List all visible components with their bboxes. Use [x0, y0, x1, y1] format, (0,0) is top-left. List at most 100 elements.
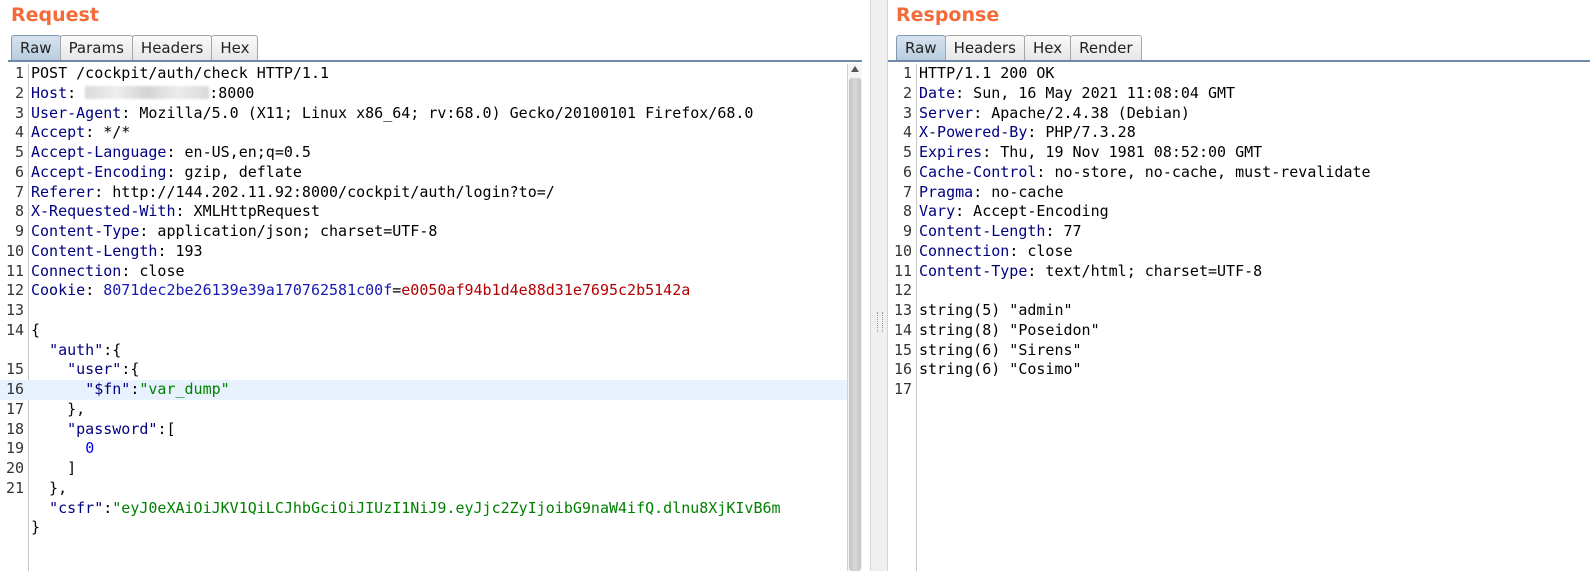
- line-content: Content-Type: application/json; charset=…: [31, 222, 437, 242]
- request-code-line: 9 Content-Type: application/json; charset…: [0, 222, 848, 242]
- response-tab-render[interactable]: Render: [1070, 35, 1142, 60]
- request-editor[interactable]: 1 POST /cockpit/auth/check HTTP/1.1 2 Host:…: [0, 64, 848, 571]
- request-tab-headers[interactable]: Headers: [131, 35, 213, 60]
- code-token: "eyJ0eXAiOiJKV1QiLCJhbGciOiJIUzI1NiJ9.ey…: [112, 498, 781, 517]
- code-token: Expires: [919, 143, 983, 161]
- line-number: 13: [893, 301, 912, 319]
- code-token: ]: [31, 459, 77, 477]
- code-token: :: [103, 498, 113, 517]
- code-token: :{: [103, 340, 122, 359]
- line-number: 6: [902, 162, 912, 181]
- line-number: 7: [902, 182, 912, 201]
- code-token: string(6) "Sirens": [919, 340, 1082, 359]
- code-token: : 77: [1045, 222, 1082, 240]
- pane-splitter[interactable]: [870, 0, 888, 571]
- line-content: Referer: http://144.202.11.92:8000/cockp…: [31, 183, 555, 203]
- code-token: Content-Type: [919, 261, 1028, 280]
- line-content: X-Requested-With: XMLHttpRequest: [31, 202, 320, 222]
- response-tab-underline: [888, 60, 1590, 62]
- code-token: X-Requested-With: [31, 202, 176, 221]
- code-token: string(8) "Poseidon": [919, 320, 1100, 339]
- request-code-line: 15 "user":{: [0, 360, 848, 380]
- code-token: POST /cockpit/auth/check HTTP/1.1: [31, 64, 330, 82]
- line-content: Date: Sun, 16 May 2021 11:08:04 GMT: [919, 84, 1235, 104]
- line-content: User-Agent: Mozilla/5.0 (X11; Linux x86_…: [31, 104, 753, 124]
- request-code-line: 4 Accept: */*: [0, 123, 848, 143]
- line-number: 12: [5, 281, 24, 300]
- line-number: 14: [5, 320, 24, 339]
- line-number: 3: [14, 103, 24, 122]
- response-code-line: 16 string(6) "Cosimo": [888, 360, 1590, 380]
- code-token: : Sun, 16 May 2021 11:08:04 GMT: [955, 83, 1236, 102]
- code-token: : XMLHttpRequest: [175, 202, 321, 221]
- line-number: 1: [902, 64, 912, 82]
- line-number: 5: [902, 143, 912, 161]
- response-code-line: 13 string(5) "admin": [888, 301, 1590, 321]
- line-number: 8: [14, 202, 24, 221]
- request-tab-raw[interactable]: Raw: [11, 35, 61, 60]
- line-content: Content-Length: 77: [919, 222, 1082, 242]
- request-code-line: 19 0: [0, 439, 848, 459]
- line-number: 7: [14, 182, 24, 201]
- line-number: 12: [893, 281, 912, 300]
- request-tab-hex[interactable]: Hex: [211, 35, 259, 60]
- code-token: "auth": [49, 340, 104, 359]
- line-content: HTTP/1.1 200 OK: [919, 64, 1054, 84]
- response-code-line: 12: [888, 281, 1590, 301]
- code-token: Accept-Language: [31, 143, 167, 161]
- line-content: ]: [31, 459, 76, 479]
- code-token: :: [67, 83, 86, 102]
- line-content: Cache-Control: no-store, no-cache, must-…: [919, 163, 1371, 183]
- code-token: =: [392, 281, 402, 300]
- line-content: Accept: */*: [31, 123, 130, 143]
- code-token: "var_dump": [139, 380, 230, 398]
- response-tab-hex[interactable]: Hex: [1024, 35, 1072, 60]
- scroll-up-arrow-icon[interactable]: [851, 66, 859, 72]
- line-number: 10: [893, 241, 912, 260]
- code-token: string(6) "Cosimo": [919, 360, 1082, 379]
- code-token: "csfr": [49, 498, 104, 517]
- code-token: : application/json; charset=UTF-8: [139, 222, 438, 240]
- request-code-line: 11 Connection: close: [0, 262, 848, 282]
- code-token: Content-Length: [31, 241, 158, 260]
- line-content: Accept-Encoding: gzip, deflate: [31, 163, 302, 183]
- response-tab-headers[interactable]: Headers: [944, 35, 1025, 60]
- code-token: string(5) "admin": [919, 301, 1073, 319]
- code-token: Cookie: [31, 281, 86, 300]
- line-number: 4: [902, 123, 912, 142]
- scrollbar-thumb[interactable]: [849, 78, 861, 571]
- request-vertical-scrollbar[interactable]: [847, 64, 862, 571]
- code-token: Connection: [919, 241, 1010, 260]
- request-tab-params[interactable]: Params: [59, 35, 133, 60]
- response-code-line: 17: [888, 380, 1590, 400]
- response-editor[interactable]: 1 HTTP/1.1 200 OK 2 Date: Sun, 16 May 2021 …: [888, 64, 1590, 571]
- code-token: e0050af94b1d4e88d31e7695c2b5142a: [401, 281, 691, 300]
- request-code-line: 7 Referer: http://144.202.11.92:8000/cock…: [0, 183, 848, 203]
- response-tab-raw[interactable]: Raw: [896, 35, 946, 60]
- code-token: },: [31, 478, 68, 497]
- code-token: : no-store, no-cache, must-revalidate: [1036, 162, 1371, 181]
- request-code-line: 8 X-Requested-With: XMLHttpRequest: [0, 202, 848, 222]
- code-token: : Thu, 19 Nov 1981 08:52:00 GMT: [982, 143, 1263, 161]
- line-content: "$fn":"var_dump": [31, 380, 230, 400]
- line-number: 4: [14, 123, 24, 142]
- line-number: 21: [5, 478, 24, 497]
- line-content: "auth":{: [31, 341, 121, 361]
- request-code-line: 3 User-Agent: Mozilla/5.0 (X11; Linux x86…: [0, 104, 848, 124]
- line-number: 9: [902, 222, 912, 240]
- request-code-line: 10 Content-Length: 193: [0, 242, 848, 262]
- code-token: : close: [1009, 241, 1073, 260]
- response-pane: Response Raw Headers Hex Render 1 HTTP/1.…: [888, 0, 1590, 571]
- response-code-line: 8 Vary: Accept-Encoding: [888, 202, 1590, 222]
- line-content: Server: Apache/2.4.38 (Debian): [919, 104, 1190, 124]
- response-code-line: 6 Cache-Control: no-store, no-cache, must…: [888, 163, 1590, 183]
- request-code-line: 13: [0, 301, 848, 321]
- request-lines: 1 POST /cockpit/auth/check HTTP/1.1 2 Host:…: [0, 64, 848, 538]
- code-token: :8000: [209, 83, 255, 102]
- splitter-grip-icon[interactable]: [877, 312, 883, 332]
- request-code-line: 2 Host: :8000: [0, 84, 848, 104]
- redacted-host: [85, 85, 210, 99]
- line-number: 5: [14, 143, 24, 161]
- request-code-line: 12 Cookie: 8071dec2be26139e39a170762581c0…: [0, 281, 848, 301]
